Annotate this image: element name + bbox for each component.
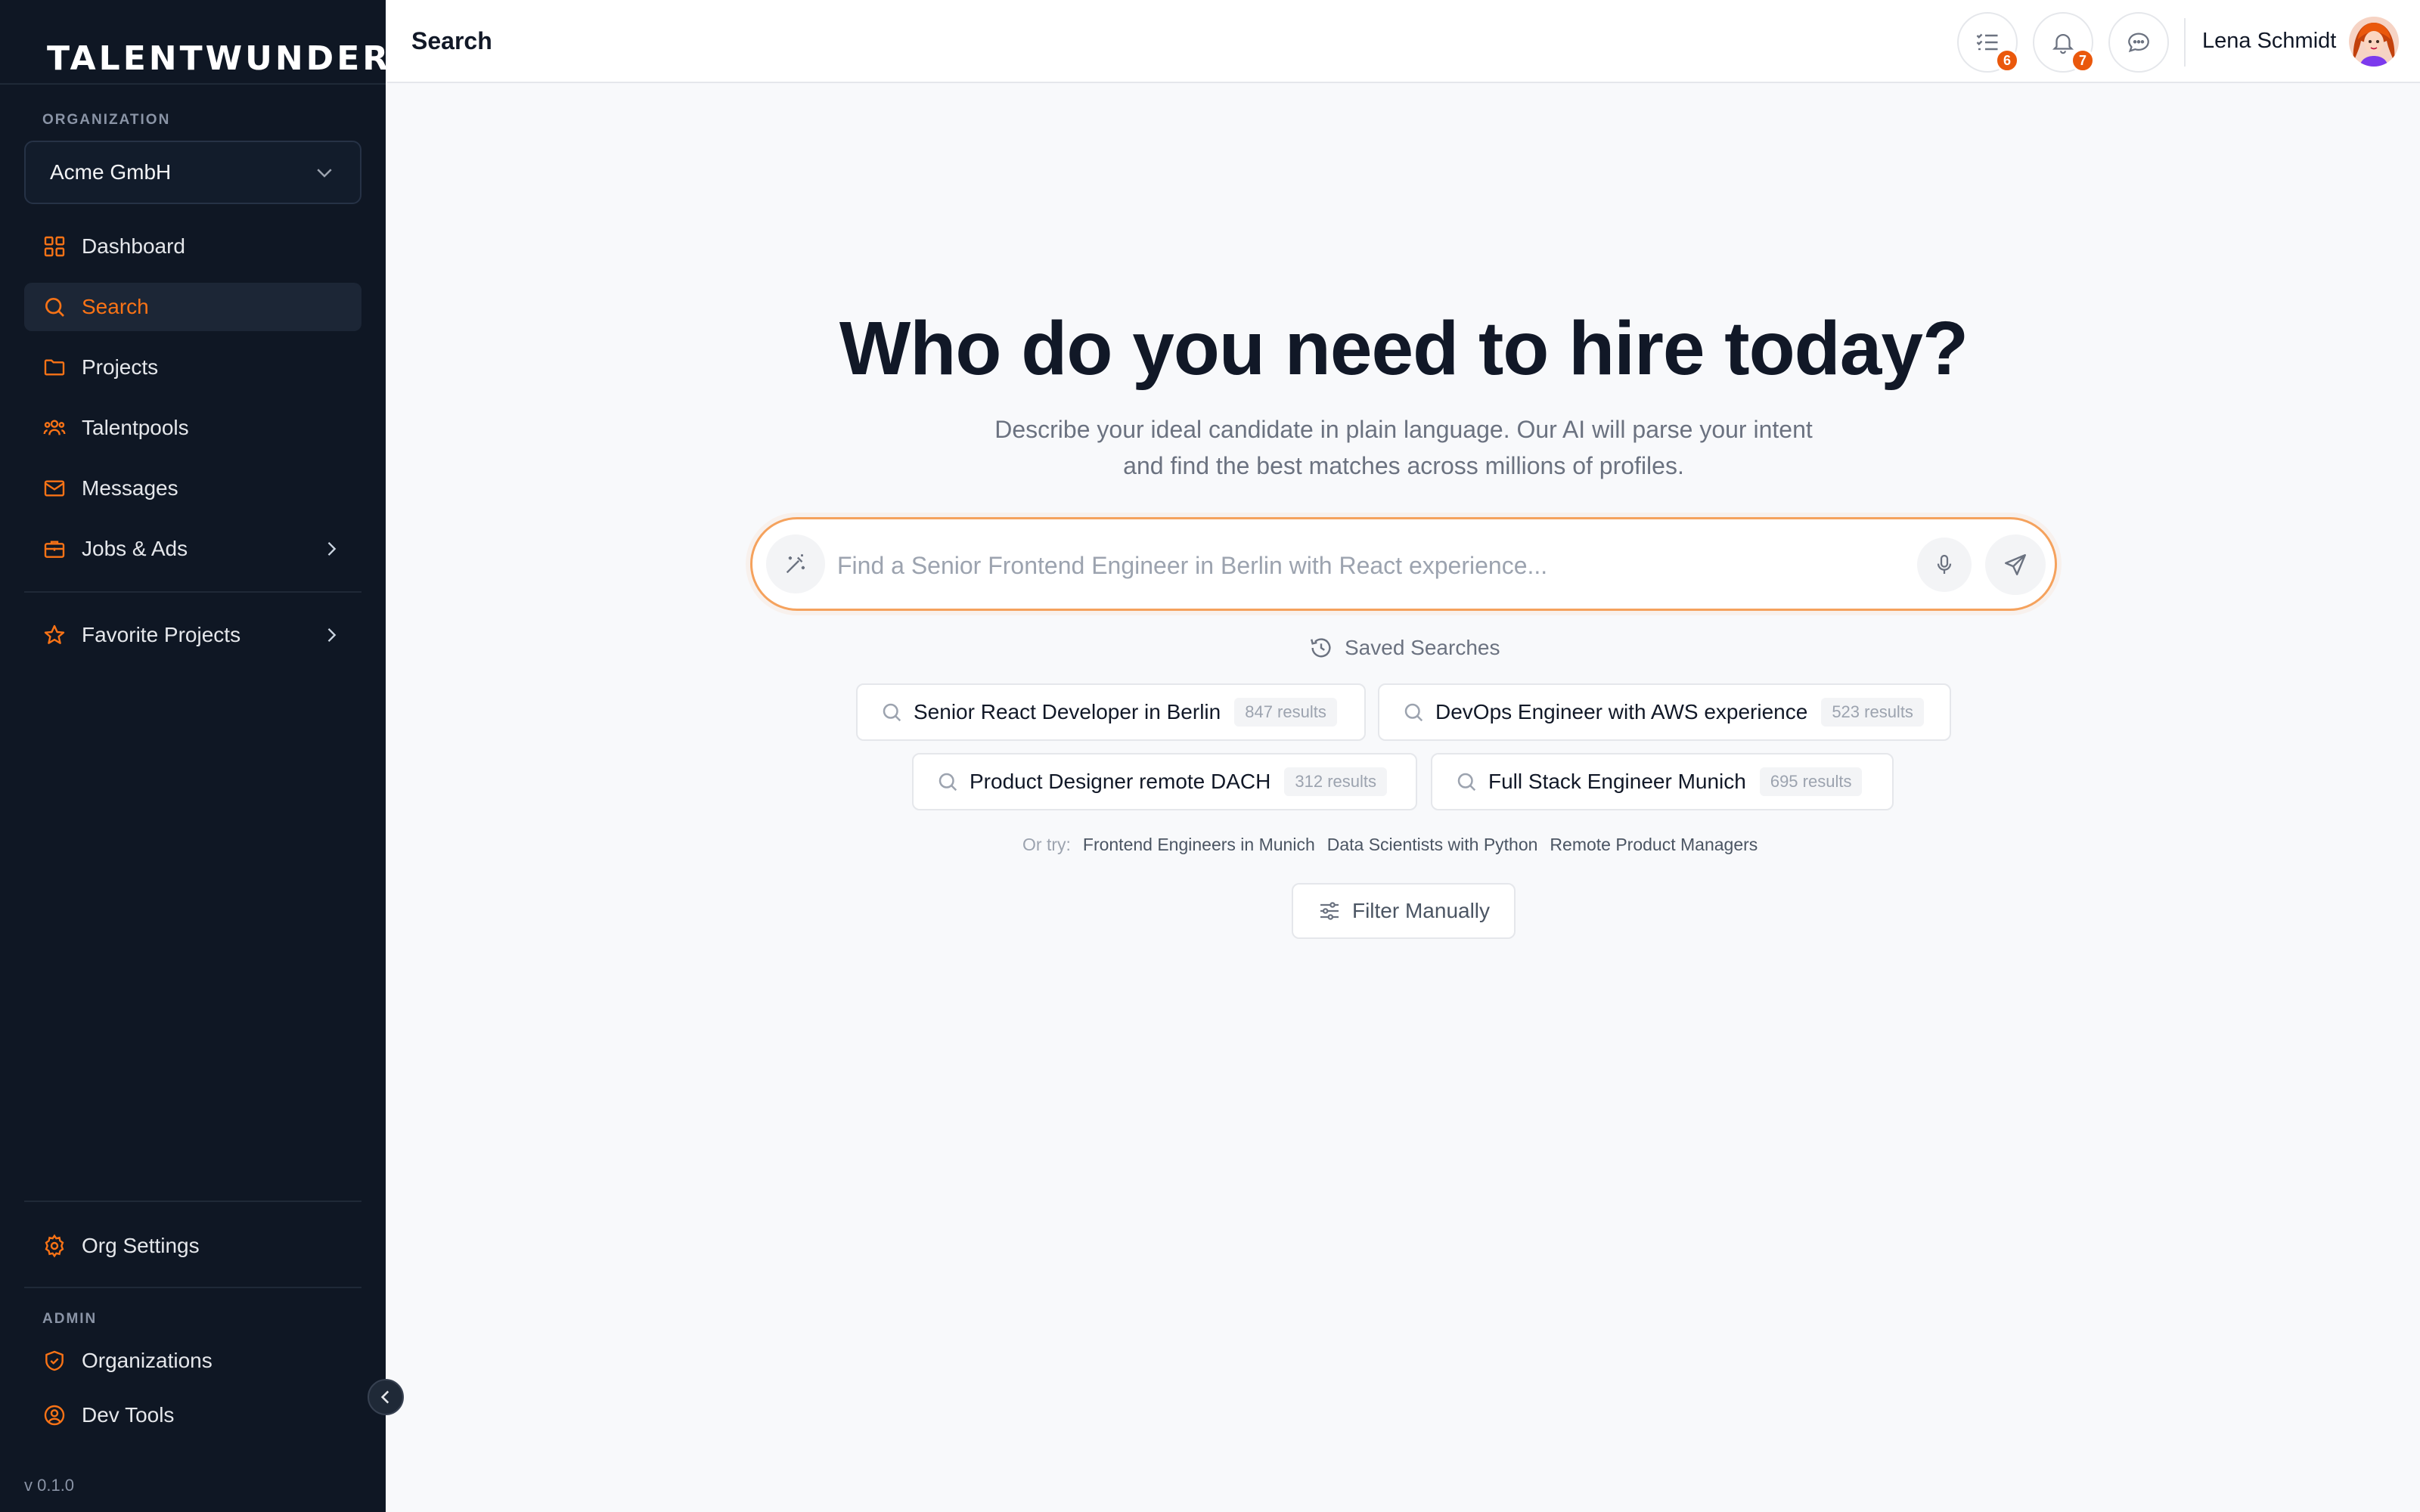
sidebar: TALENTWUNDER ORGANIZATION Acme GmbH Dash… xyxy=(0,0,433,1512)
history-icon xyxy=(1311,638,1331,658)
chevron-down-icon xyxy=(317,169,332,178)
grid-icon xyxy=(41,233,68,260)
sidebar-item-label: Favorite Projects xyxy=(82,623,241,646)
filter-manually-label: Filter Manually xyxy=(1351,899,1491,922)
app-version: v 0.1.0 xyxy=(24,1476,75,1495)
sidebar-item-label: Talentpools xyxy=(82,416,189,439)
filter-manually-button[interactable]: Filter Manually xyxy=(1292,883,1516,939)
sidebar-item-label: Organizations xyxy=(82,1349,213,1372)
search-icon xyxy=(1402,701,1425,723)
sliders-icon xyxy=(1320,902,1339,920)
sidebar-item-label: Jobs & Ads xyxy=(82,537,188,560)
checklist-icon xyxy=(1976,33,1998,51)
mail-icon xyxy=(41,475,68,502)
suggestion-link[interactable]: Frontend Engineers in Munich xyxy=(1083,835,1315,855)
sidebar-divider xyxy=(24,591,361,593)
saved-search-count: 523 results xyxy=(1821,698,1924,727)
gear-icon xyxy=(41,1232,68,1259)
users-icon xyxy=(41,414,68,442)
chat-bubble-icon xyxy=(2128,33,2149,53)
saved-search-label: Senior React Developer in Berlin xyxy=(914,700,1221,723)
ai-magic-button[interactable] xyxy=(766,534,825,593)
saved-search-count: 312 results xyxy=(1284,767,1387,796)
search-icon xyxy=(1455,770,1478,793)
bell-icon xyxy=(2052,34,2074,54)
magic-wand-icon xyxy=(786,554,805,574)
sidebar-item-label: Dashboard xyxy=(82,234,185,258)
suggestion-link[interactable]: Remote Product Managers xyxy=(1550,835,1758,855)
microphone-icon xyxy=(1937,554,1952,574)
search-input[interactable] xyxy=(837,536,1896,595)
sidebar-item-messages[interactable]: Messages xyxy=(24,464,361,513)
org-select-value: Acme GmbH xyxy=(50,160,172,184)
folder-icon xyxy=(41,354,68,381)
search-icon xyxy=(936,770,959,793)
sidebar-item-projects[interactable]: Projects xyxy=(24,343,361,392)
tasks-button[interactable]: 6 xyxy=(1957,12,2019,73)
chat-button[interactable] xyxy=(2108,12,2169,73)
chevron-left-icon xyxy=(380,1390,389,1404)
sidebar-divider xyxy=(24,1201,361,1202)
saved-search-label: Full Stack Engineer Munich xyxy=(1488,770,1746,793)
ai-search-bar xyxy=(750,517,2057,611)
or-try-label: Or try: xyxy=(1022,835,1071,854)
saved-search-chip[interactable]: Senior React Developer in Berlin 847 res… xyxy=(856,683,1366,741)
sidebar-item-organizations[interactable]: Organizations xyxy=(24,1337,361,1385)
saved-search-chip[interactable]: Product Designer remote DACH 312 results xyxy=(912,753,1417,810)
saved-search-count: 847 results xyxy=(1234,698,1337,727)
sidebar-divider xyxy=(0,83,386,85)
collapse-sidebar-button[interactable] xyxy=(368,1379,404,1415)
sidebar-item-talentpools[interactable]: Talentpools xyxy=(24,404,361,452)
sidebar-item-label: Messages xyxy=(82,476,178,500)
sidebar-item-dashboard[interactable]: Dashboard xyxy=(24,222,361,271)
sidebar-item-favorite-projects[interactable]: Favorite Projects xyxy=(24,611,361,659)
sidebar-divider xyxy=(24,1287,361,1288)
chevron-right-icon xyxy=(327,628,337,642)
logo-text: TALENTWUNDER xyxy=(47,39,392,78)
org-section-label: ORGANIZATION xyxy=(42,112,171,128)
hero-headline: Who do you need to hire today? xyxy=(839,306,1969,391)
submit-search-button[interactable] xyxy=(1985,534,2046,595)
saved-search-label: Product Designer remote DACH xyxy=(970,770,1271,793)
saved-search-chip[interactable]: Full Stack Engineer Munich 695 results xyxy=(1431,753,1894,810)
send-icon xyxy=(2005,554,2026,575)
page-title: Search xyxy=(411,27,492,54)
saved-search-count: 695 results xyxy=(1759,767,1863,796)
sidebar-item-jobs-ads[interactable]: Jobs & Ads xyxy=(24,525,361,573)
admin-section-label: ADMIN xyxy=(42,1311,98,1327)
sidebar-item-label: Dev Tools xyxy=(82,1403,175,1427)
notifications-button[interactable]: 7 xyxy=(2033,12,2095,73)
logo[interactable]: TALENTWUNDER xyxy=(47,15,433,76)
sidebar-item-label: Org Settings xyxy=(82,1234,200,1257)
org-select[interactable]: Acme GmbH xyxy=(24,141,361,204)
briefcase-icon xyxy=(41,535,68,562)
top-bar-separator xyxy=(2184,18,2186,67)
voice-input-button[interactable] xyxy=(1917,538,1972,592)
avatar[interactable] xyxy=(2349,17,2399,67)
tasks-badge: 6 xyxy=(1995,48,2019,73)
sidebar-item-label: Search xyxy=(82,295,149,318)
search-icon xyxy=(880,701,903,723)
notifications-badge: 7 xyxy=(2071,48,2095,73)
sidebar-item-search[interactable]: Search xyxy=(24,283,361,331)
sidebar-item-dev-tools[interactable]: Dev Tools xyxy=(24,1391,361,1439)
saved-search-label: DevOps Engineer with AWS experience xyxy=(1435,700,1808,723)
saved-searches-label: Saved Searches xyxy=(1308,635,1500,661)
shield-icon xyxy=(41,1347,68,1374)
search-icon xyxy=(41,293,68,321)
sidebar-item-org-settings[interactable]: Org Settings xyxy=(24,1222,361,1270)
suggestion-link[interactable]: Data Scientists with Python xyxy=(1327,835,1538,855)
sidebar-item-label: Projects xyxy=(82,355,159,379)
chevron-right-icon xyxy=(327,542,337,556)
user-name[interactable]: Lena Schmidt xyxy=(2202,29,2336,54)
hero-subtitle: Describe your ideal candidate in plain l… xyxy=(994,416,1813,479)
saved-search-chip[interactable]: DevOps Engineer with AWS experience 523 … xyxy=(1378,683,1951,741)
suggestions-row: Or try: Frontend Engineers in Munich Dat… xyxy=(1022,835,1770,855)
top-bar: Search 6 7 Lena Schmidt xyxy=(387,0,2420,83)
star-icon xyxy=(41,621,68,649)
user-circle-icon xyxy=(41,1402,68,1429)
